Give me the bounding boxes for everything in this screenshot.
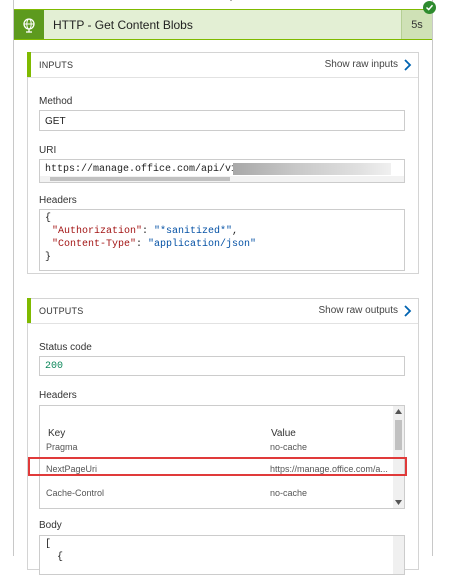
headers-code-box[interactable]: { "Authorization": "*sanitized*", "Conte… xyxy=(39,209,405,271)
status-code-field[interactable]: 200 xyxy=(39,356,405,376)
method-label: Method xyxy=(39,96,73,107)
headers-label: Headers xyxy=(39,195,77,206)
action-title: HTTP - Get Content Blobs xyxy=(53,18,193,32)
chevron-right-icon[interactable] xyxy=(403,59,412,71)
method-value: GET xyxy=(45,116,66,127)
body-open-brace: { xyxy=(45,552,64,563)
status-code-value: 200 xyxy=(45,361,64,372)
method-field[interactable]: GET xyxy=(39,110,405,131)
body-label: Body xyxy=(39,520,62,531)
globe-icon xyxy=(14,10,44,39)
body-code-box[interactable]: [ { xyxy=(39,535,405,575)
uri-value: https://manage.office.com/api/v1.0/ xyxy=(45,164,256,175)
status-code-label: Status code xyxy=(39,342,92,353)
chevron-right-icon[interactable] xyxy=(403,305,412,317)
redacted-region xyxy=(233,163,391,175)
scroll-up-icon[interactable] xyxy=(395,409,402,414)
annotation-highlight-box xyxy=(28,457,407,476)
code-line-authorization: "Authorization": "*sanitized*", xyxy=(52,226,239,237)
body-open-bracket: [ xyxy=(45,539,52,550)
row-value: no-cache xyxy=(270,488,308,498)
table-row[interactable]: Cache-Control no-cache xyxy=(40,483,392,505)
show-raw-outputs-link[interactable]: Show raw outputs xyxy=(319,305,399,316)
code-open-brace: { xyxy=(45,213,52,224)
output-headers-label: Headers xyxy=(39,390,77,401)
action-card: HTTP - Get Content Blobs 5s INPUTS Show … xyxy=(13,0,433,575)
row-value: no-cache xyxy=(270,442,308,452)
row-key: Cache-Control xyxy=(46,488,105,498)
scrollbar-thumb[interactable] xyxy=(395,420,402,450)
body-vertical-scrollbar[interactable] xyxy=(393,536,404,574)
outputs-title: OUTPUTS xyxy=(39,306,84,316)
code-line-content-type: "Content-Type": "application/json" xyxy=(52,239,257,250)
inputs-title: INPUTS xyxy=(39,60,74,70)
scroll-down-icon[interactable] xyxy=(395,500,402,505)
checkmark-icon xyxy=(423,1,436,14)
row-key: Pragma xyxy=(46,442,78,452)
flow-arrow-icon xyxy=(230,0,232,2)
uri-horizontal-scrollbar[interactable] xyxy=(40,176,404,182)
code-close-brace: } xyxy=(45,252,52,263)
duration-badge: 5s xyxy=(401,10,432,39)
scrollbar-thumb[interactable] xyxy=(50,177,230,181)
table-row[interactable]: Pragma no-cache xyxy=(40,437,392,459)
uri-label: URI xyxy=(39,145,57,156)
show-raw-inputs-link[interactable]: Show raw inputs xyxy=(325,59,398,70)
outputs-header: OUTPUTS Show raw outputs xyxy=(27,298,418,324)
uri-field[interactable]: https://manage.office.com/api/v1.0/ xyxy=(39,159,405,183)
inputs-section: INPUTS Show raw inputs Method GET URI ht… xyxy=(27,52,419,274)
action-header[interactable]: HTTP - Get Content Blobs 5s xyxy=(14,9,432,40)
outputs-section: OUTPUTS Show raw outputs Status code 200… xyxy=(27,298,419,575)
inputs-header: INPUTS Show raw inputs xyxy=(27,52,418,78)
